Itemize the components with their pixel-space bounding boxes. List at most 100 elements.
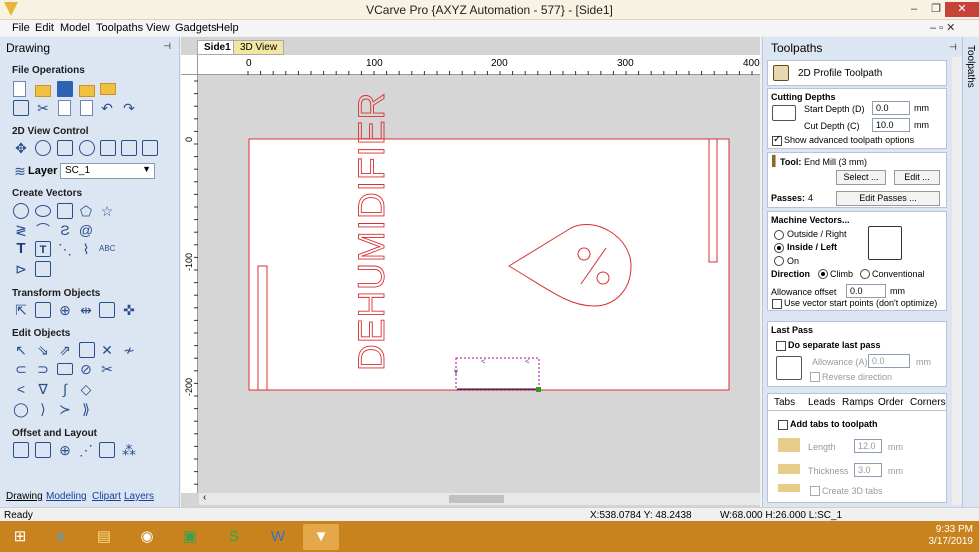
word-icon[interactable]: W — [260, 524, 296, 550]
menu-model[interactable]: Model — [60, 22, 90, 34]
material-outline[interactable] — [248, 138, 730, 391]
menu-help[interactable]: Help — [216, 22, 239, 34]
import-icon[interactable] — [79, 85, 95, 97]
tab-modeling[interactable]: Modeling — [46, 491, 87, 502]
pin-icon[interactable]: ⊣ — [163, 41, 171, 52]
save-icon[interactable] — [57, 81, 73, 97]
design-svg[interactable]: DEHUMIDIFIER < < v — [199, 76, 760, 493]
horizontal-scrollbar[interactable]: ‹ — [199, 492, 760, 505]
start-depth-input[interactable]: 0.0 — [872, 101, 910, 115]
select-icon[interactable]: ↖ — [13, 342, 29, 358]
toggle-3d-icon[interactable] — [142, 140, 158, 156]
text-arc-icon[interactable]: ⌇ — [78, 241, 94, 257]
zoom-box-icon[interactable] — [57, 140, 73, 156]
paste-icon[interactable] — [80, 100, 93, 116]
skype-icon[interactable]: S — [216, 524, 252, 550]
vcarve-taskbar-icon[interactable]: ▼ — [303, 524, 339, 550]
set-size-icon[interactable] — [35, 302, 51, 318]
windows-start-icon[interactable]: ⊞ — [2, 524, 38, 550]
menu-gadgets[interactable]: Gadgets — [175, 22, 217, 34]
scroll-left-icon[interactable]: ‹ — [203, 492, 206, 503]
scroll-thumb[interactable] — [449, 495, 504, 503]
fit-to-bounds-icon[interactable]: ⁂ — [121, 442, 137, 458]
draw-polygon-icon[interactable]: ⬠ — [78, 203, 94, 219]
new-file-icon[interactable] — [13, 81, 26, 97]
draw-star-icon[interactable]: ☆ — [99, 203, 115, 219]
cut-depth-input[interactable]: 10.0 — [872, 118, 910, 132]
subtract-icon[interactable]: ⊃ — [35, 361, 51, 377]
join-icon[interactable]: < — [13, 381, 29, 397]
show-advanced-checkbox[interactable] — [772, 134, 782, 146]
toggle-grid-icon[interactable] — [121, 140, 137, 156]
vertex-icon[interactable]: ∇ — [35, 381, 51, 397]
select-all-icon[interactable] — [13, 100, 29, 116]
trim-icon[interactable]: ⊘ — [78, 361, 94, 377]
node-edit-icon[interactable]: ⇘ — [35, 342, 51, 358]
offset-vector-icon[interactable] — [13, 442, 29, 458]
scissors-icon[interactable]: ✂ — [99, 361, 115, 377]
on-radio[interactable] — [774, 256, 784, 266]
pan-icon[interactable]: ✥ — [13, 140, 29, 156]
zoom-material-icon[interactable] — [100, 140, 116, 156]
menu-edit[interactable]: Edit — [35, 22, 54, 34]
move-icon[interactable]: ⇱ — [13, 302, 29, 318]
circular-copy-icon[interactable]: ⊕ — [57, 442, 73, 458]
right-panel-scrollbar[interactable] — [952, 57, 962, 505]
minimize-button[interactable]: – — [903, 2, 925, 17]
draw-spiral-icon[interactable]: @ — [78, 222, 94, 238]
allowance-offset-input[interactable]: 0.0 — [846, 284, 886, 298]
tab-drawing[interactable]: Drawing — [6, 491, 43, 502]
draw-ellipse-icon[interactable] — [35, 205, 51, 217]
zoom-icon[interactable] — [35, 140, 51, 156]
array-copy-icon[interactable] — [35, 442, 51, 458]
text-tool-icon[interactable]: T — [13, 241, 29, 257]
open-file-icon[interactable] — [35, 85, 51, 97]
cut-icon[interactable]: ✂ — [35, 100, 51, 116]
draw-curve-icon[interactable]: Ƨ — [57, 222, 73, 238]
create-3d-tabs-checkbox[interactable] — [810, 486, 820, 496]
tab-layers[interactable]: Layers — [124, 491, 154, 502]
close-button[interactable]: ✕ — [945, 2, 979, 17]
edit-passes-button[interactable]: Edit Passes ... — [836, 191, 940, 206]
drawing-canvas[interactable]: DEHUMIDIFIER < < v — [199, 76, 760, 493]
layer-select[interactable]: SC_1 ▼ — [60, 163, 155, 179]
group-icon[interactable] — [79, 342, 95, 358]
draw-line-icon[interactable]: ≷ — [13, 222, 29, 238]
thickness-input[interactable]: 3.0 — [854, 463, 882, 477]
transform-icon[interactable]: ⇗ — [57, 342, 73, 358]
chrome-icon[interactable]: ◉ — [129, 524, 165, 550]
tab-order[interactable]: Order — [878, 397, 904, 408]
fillet-icon[interactable]: ⟫ — [78, 401, 94, 417]
zoom-extents-icon[interactable] — [79, 140, 95, 156]
distort-icon[interactable] — [99, 302, 115, 318]
edit-tool-button[interactable]: Edit ... — [894, 170, 940, 185]
dimension-text-icon[interactable]: ABC — [99, 241, 115, 257]
chamfer-icon[interactable]: ≻ — [57, 401, 73, 417]
maximize-button[interactable]: ❐ — [925, 2, 947, 17]
separate-last-pass-checkbox[interactable] — [776, 341, 786, 351]
tab-3d-view[interactable]: 3D View — [233, 40, 285, 55]
curve-fit-icon[interactable]: ∫ — [57, 381, 73, 397]
start-point-handle[interactable] — [536, 387, 541, 392]
tab-side1[interactable]: Side1 — [197, 40, 238, 55]
dimension-icon[interactable] — [35, 261, 51, 277]
file-explorer-icon[interactable]: ▤ — [86, 524, 122, 550]
tab-tabs[interactable]: Tabs — [774, 397, 796, 408]
mdi-controls[interactable]: – ▫ ✕ — [930, 21, 955, 34]
pin-icon[interactable]: ⊣ — [949, 42, 957, 53]
redo-icon[interactable]: ↷ — [121, 100, 137, 116]
system-tray[interactable]: 9:33 PM 3/17/2019 — [883, 524, 974, 550]
align-icon[interactable]: ⊕ — [57, 302, 73, 318]
store-icon[interactable]: ▣ — [172, 524, 208, 550]
mirror-icon[interactable]: ⇹ — [78, 302, 94, 318]
draw-circle-icon[interactable] — [13, 203, 29, 219]
reverse-direction-checkbox[interactable] — [810, 372, 820, 382]
draw-rectangle-icon[interactable] — [57, 203, 73, 219]
copy-along-icon[interactable]: ⋰ — [78, 442, 94, 458]
conventional-radio[interactable] — [860, 269, 870, 279]
outside-right-radio[interactable] — [774, 230, 784, 240]
menu-file[interactable]: File — [12, 22, 30, 34]
draw-arc-icon[interactable]: ⌒ — [35, 222, 51, 238]
allowance-a-input[interactable]: 0.0 — [868, 354, 910, 368]
inside-left-radio[interactable] — [774, 243, 784, 253]
